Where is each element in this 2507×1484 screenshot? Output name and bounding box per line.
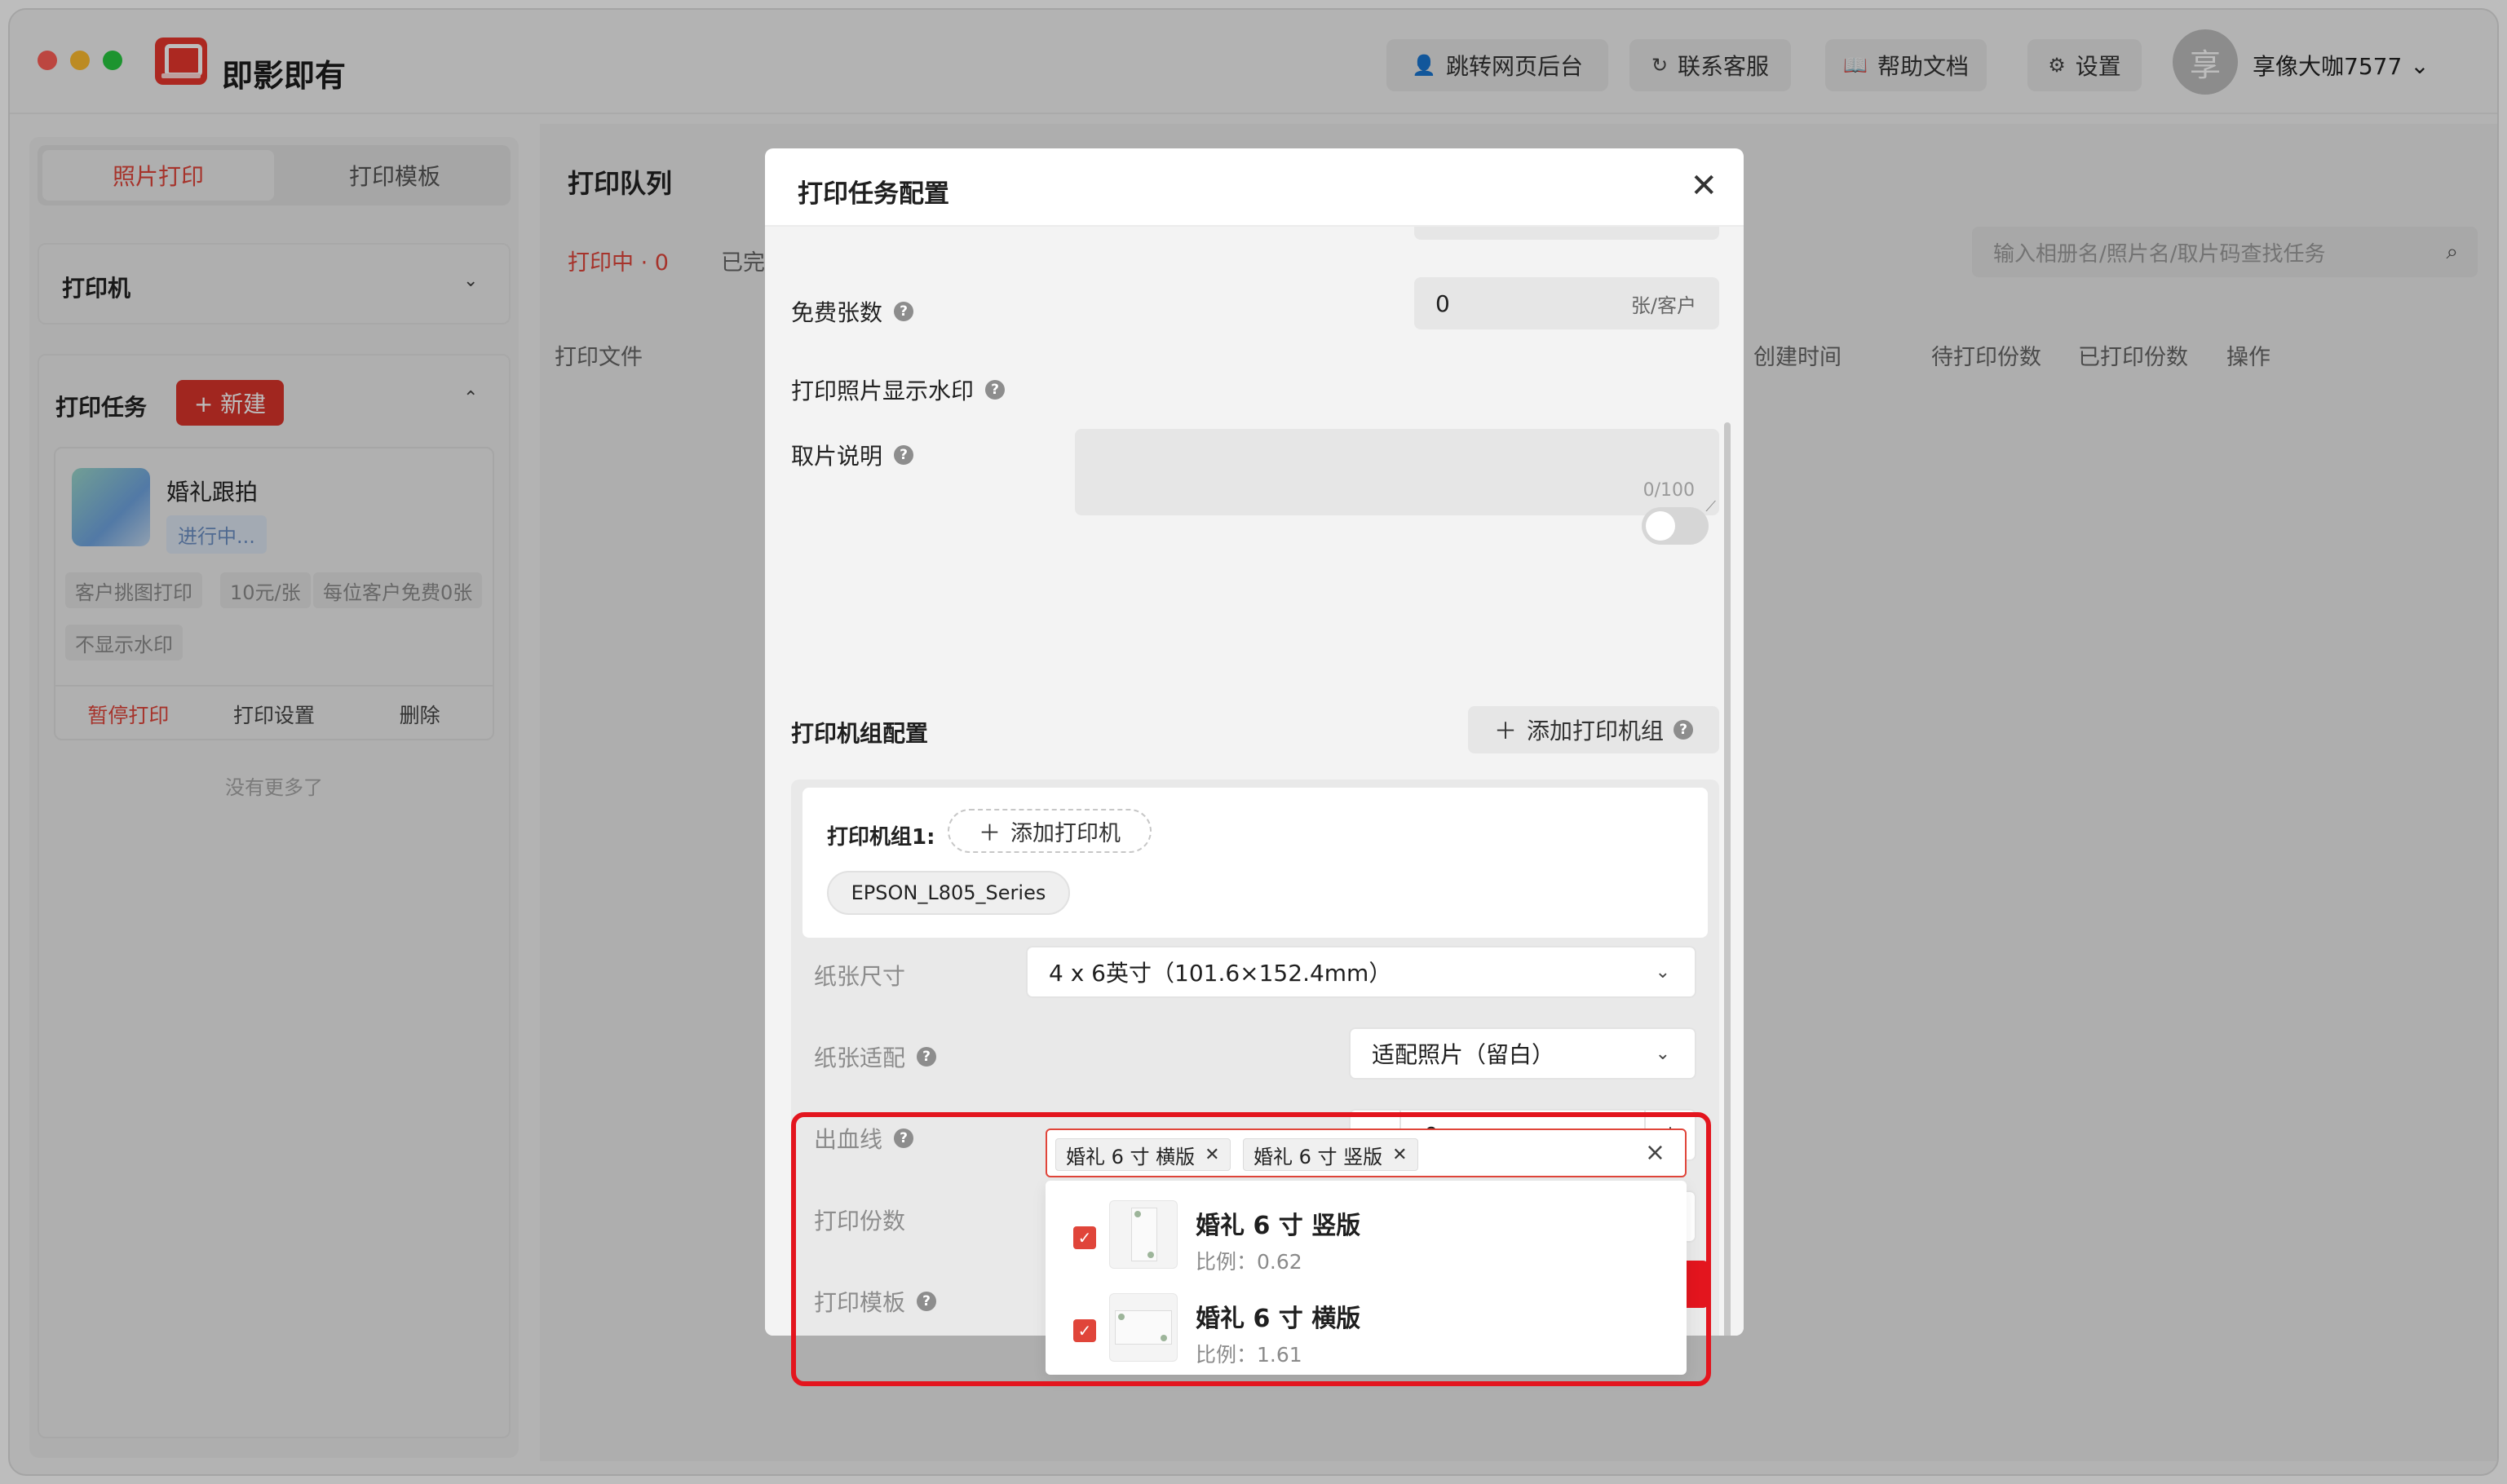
watermark-label: 打印照片显示水印 ?	[791, 373, 1006, 406]
modal-title: 打印任务配置	[798, 179, 949, 209]
paper-fit-value: 适配照片（留白）	[1372, 1041, 1555, 1068]
modal-header: 打印任务配置 ✕	[765, 148, 1744, 227]
free-count-input[interactable]: 0 张/客户	[1414, 277, 1719, 329]
help-icon[interactable]: ?	[985, 380, 1006, 400]
help-icon[interactable]: ?	[917, 1047, 937, 1067]
paper-size-text: 纸张尺寸	[814, 963, 906, 990]
paper-size-label: 纸张尺寸	[814, 959, 905, 992]
pickup-note-counter: 0/100	[1643, 480, 1695, 501]
paper-size-select[interactable]: 4 x 6英寸（101.6×152.4mm） ⌄	[1026, 946, 1696, 998]
help-icon[interactable]: ?	[894, 302, 914, 321]
chevron-down-icon: ⌄	[1655, 1043, 1670, 1064]
free-count-label: 免费张数 ?	[791, 295, 914, 328]
help-icon[interactable]: ?	[894, 445, 914, 465]
watermark-text: 打印照片显示水印	[791, 378, 975, 404]
paper-fit-select[interactable]: 适配照片（留白） ⌄	[1349, 1027, 1696, 1080]
add-printer-group-label: 添加打印机组	[1527, 718, 1665, 744]
plus-icon: ＋	[979, 820, 1001, 846]
scrollbar[interactable]	[1724, 422, 1731, 1336]
pickup-note-textarea[interactable]: 0/100 ⟋	[1075, 429, 1719, 515]
printer-group-label: 打印机组1:	[827, 825, 935, 850]
plus-icon: ＋	[1493, 718, 1517, 744]
watermark-toggle[interactable]	[1642, 507, 1709, 545]
free-count-value: 0	[1435, 289, 1450, 317]
paper-fit-label: 纸张适配 ?	[814, 1040, 937, 1073]
chevron-down-icon: ⌄	[1655, 961, 1670, 983]
resize-handle-icon[interactable]: ⟋	[1705, 498, 1716, 515]
close-icon[interactable]: ✕	[1690, 166, 1718, 205]
paper-fit-text: 纸张适配	[814, 1045, 906, 1071]
paper-size-value: 4 x 6英寸（101.6×152.4mm）	[1049, 960, 1392, 987]
printer-group-section-title: 打印机组配置	[791, 720, 929, 747]
printer-group-inner: 打印机组1: ＋ 添加打印机 EPSON_L805_Series	[803, 788, 1708, 938]
add-printer-button[interactable]: ＋ 添加打印机	[948, 809, 1152, 853]
pickup-note-label: 取片说明 ?	[791, 439, 914, 471]
pickup-note-text: 取片说明	[791, 443, 883, 470]
free-count-unit: 张/客户	[1630, 294, 1696, 317]
free-count-text: 免费张数	[791, 299, 883, 326]
add-printer-label: 添加打印机	[1010, 820, 1121, 846]
previous-field-input[interactable]	[1414, 227, 1719, 240]
highlight-annotation	[791, 1112, 1711, 1386]
add-printer-group-button[interactable]: ＋ 添加打印机组 ?	[1468, 706, 1719, 753]
printer-chip[interactable]: EPSON_L805_Series	[827, 871, 1070, 915]
help-icon[interactable]: ?	[1674, 720, 1694, 740]
